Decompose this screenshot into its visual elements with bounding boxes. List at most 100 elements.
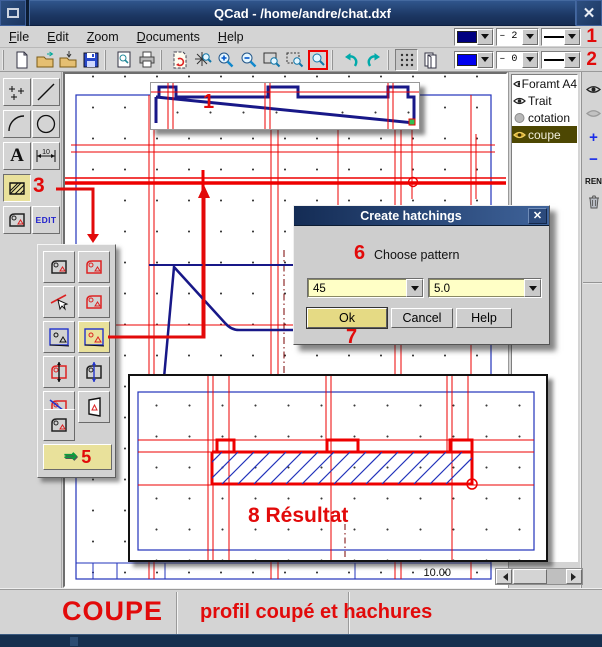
qcad-window: QCad - /home/andre/chat.dxf ✕ File Edit …	[0, 0, 602, 647]
pen1-width-combo[interactable]: – 2	[496, 28, 539, 46]
text-tool-button[interactable]: A	[3, 142, 31, 170]
pattern-combo[interactable]: 45	[307, 278, 424, 298]
menu-zoom[interactable]: Zoom	[78, 28, 128, 46]
zoom-auto-icon	[193, 50, 213, 70]
menu-documents[interactable]: Documents	[128, 28, 209, 46]
layer-row-trait[interactable]: Trait	[512, 92, 577, 109]
redraw-button[interactable]	[168, 49, 191, 71]
dialog-title-bar[interactable]: Create hatchings ✕	[294, 206, 549, 226]
toolbar-separator	[331, 50, 337, 70]
line-icon	[35, 81, 57, 103]
deselect-entity-button[interactable]	[78, 251, 110, 283]
zoom-pan-button[interactable]	[283, 49, 306, 71]
pen2-width-combo[interactable]: – 0	[496, 51, 539, 69]
deselect-window-button[interactable]	[78, 321, 110, 353]
select-layer-button[interactable]	[78, 391, 110, 423]
grid-toggle-button[interactable]	[395, 49, 418, 71]
print-button[interactable]	[135, 49, 158, 71]
pen2-color-combo[interactable]	[454, 51, 494, 69]
scale-combo[interactable]: 5.0	[428, 278, 542, 298]
select-window-button[interactable]	[43, 321, 75, 353]
edit-mode-button[interactable]: EDIT	[32, 206, 60, 234]
layer-row-cotation[interactable]: cotation	[512, 109, 577, 126]
cancel-button[interactable]: Cancel	[391, 308, 453, 328]
zoom-out-button[interactable]	[237, 49, 260, 71]
eye-closed-icon	[513, 113, 526, 123]
chevron-down-icon[interactable]	[477, 29, 493, 45]
pen2-linestyle-combo[interactable]	[541, 51, 581, 69]
floppy-disk-icon	[81, 50, 101, 70]
select-entity-button[interactable]	[43, 251, 75, 283]
layer-remove-button[interactable]: −	[584, 150, 602, 169]
menu-file[interactable]: File	[0, 28, 38, 46]
main-toolbar: – 0 2	[0, 48, 602, 72]
toolbar-separator	[2, 50, 8, 70]
select-entity-icon	[49, 259, 69, 275]
select-window-icon	[48, 327, 70, 347]
arc-tool-button[interactable]	[3, 110, 31, 138]
zoom-previous-button[interactable]	[306, 49, 329, 71]
deselect-intersected-icon	[84, 362, 104, 382]
ok-button[interactable]: Ok	[307, 308, 387, 328]
layer-delete-button[interactable]	[584, 192, 602, 211]
line-tool-button[interactable]	[32, 78, 60, 106]
points-tool-button[interactable]	[3, 78, 31, 106]
select-tool-button[interactable]	[3, 206, 31, 234]
layer-add-button[interactable]: +	[584, 128, 602, 147]
chevron-down-icon[interactable]	[564, 29, 580, 45]
scrollbar-thumb[interactable]	[513, 569, 547, 584]
circle-tool-button[interactable]	[32, 110, 60, 138]
select-contour-button[interactable]	[43, 286, 75, 318]
menu-edit[interactable]: Edit	[38, 28, 78, 46]
chevron-down-icon[interactable]	[564, 52, 580, 68]
zoom-window-button[interactable]	[260, 49, 283, 71]
close-button[interactable]: ✕	[576, 0, 602, 26]
annotation-result: 8 Résultat	[248, 504, 348, 528]
save-button[interactable]	[79, 49, 102, 71]
window-menu-button[interactable]	[0, 0, 26, 26]
select-all-button[interactable]	[43, 409, 75, 441]
select-intersected-button[interactable]	[43, 356, 75, 388]
undo-button[interactable]	[339, 49, 362, 71]
deselect-contour-button[interactable]	[78, 286, 110, 318]
print-preview-button[interactable]	[112, 49, 135, 71]
views-button[interactable]	[418, 49, 441, 71]
save-as-button[interactable]	[56, 49, 79, 71]
scroll-left-button[interactable]	[496, 569, 512, 584]
svg-text:10: 10	[42, 149, 50, 156]
pen1-color-combo[interactable]	[454, 28, 494, 46]
new-file-button[interactable]	[10, 49, 33, 71]
eye-icon	[513, 130, 526, 140]
horizontal-scrollbar[interactable]	[495, 568, 583, 585]
menu-help[interactable]: Help	[209, 28, 253, 46]
redo-button[interactable]	[362, 49, 385, 71]
pen1-linestyle-combo[interactable]	[541, 28, 581, 46]
window-title: QCad - /home/andre/chat.dxf	[29, 0, 576, 26]
dimension-tool-button[interactable]: 10	[32, 142, 60, 170]
layer-rename-button[interactable]: REN	[584, 172, 602, 191]
layer-row-coupe[interactable]: coupe	[512, 126, 577, 143]
scroll-right-button[interactable]	[566, 569, 582, 584]
chevron-down-icon[interactable]	[522, 52, 538, 68]
help-button[interactable]: Help	[456, 308, 512, 328]
dimension-icon: 10	[34, 145, 58, 167]
popup-back-button[interactable]: ⇒ 5	[43, 444, 112, 470]
chevron-down-icon[interactable]	[477, 52, 493, 68]
deselect-intersected-button[interactable]	[78, 356, 110, 388]
status-description-label: profil coupé et hachures	[200, 601, 432, 624]
chevron-down-icon[interactable]	[524, 279, 541, 297]
layer-show-button[interactable]	[584, 80, 602, 99]
chevron-down-icon[interactable]	[406, 279, 423, 297]
layer-hide-button[interactable]	[584, 104, 602, 123]
hatch-tool-button[interactable]	[3, 174, 31, 202]
pen2-color-swatch	[457, 54, 477, 66]
circle-icon	[35, 113, 57, 135]
arc-icon	[6, 113, 28, 135]
zoom-auto-button[interactable]	[191, 49, 214, 71]
zoom-in-button[interactable]	[214, 49, 237, 71]
layer-row-format[interactable]: Foramt A4	[512, 75, 577, 92]
trash-icon	[587, 194, 601, 209]
open-file-button[interactable]	[33, 49, 56, 71]
chevron-down-icon[interactable]	[522, 29, 538, 45]
dialog-close-button[interactable]: ✕	[528, 208, 547, 224]
